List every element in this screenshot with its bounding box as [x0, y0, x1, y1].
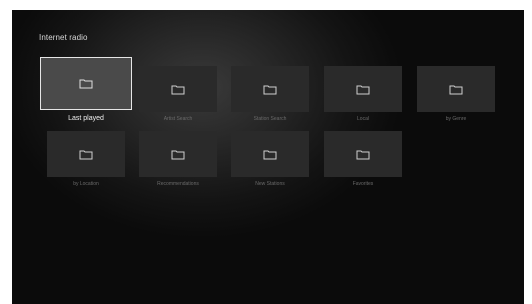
- tv-screen: Internet radio Last played Artist Search…: [12, 10, 524, 304]
- tile-label: Favorites: [352, 181, 374, 187]
- folder-icon: [263, 85, 277, 94]
- tile-label: Last played: [68, 115, 104, 122]
- tile-last-played[interactable]: [40, 57, 132, 110]
- tile-label: Artist Search: [163, 116, 193, 122]
- tile-label: Station Search: [253, 116, 287, 122]
- tile-artist-search[interactable]: [139, 66, 217, 112]
- tile-station-search[interactable]: [231, 66, 309, 112]
- tile-by-location[interactable]: [47, 131, 125, 177]
- folder-icon: [79, 79, 93, 89]
- tile-label: New Stations: [255, 181, 285, 187]
- tile-new-stations[interactable]: [231, 131, 309, 177]
- tile-label: by Location: [73, 181, 99, 187]
- tile-recommendations[interactable]: [139, 131, 217, 177]
- folder-icon: [263, 150, 277, 159]
- tile-label: Recommendations: [157, 181, 199, 187]
- tile-by-genre[interactable]: [417, 66, 495, 112]
- tile-favorites[interactable]: [324, 131, 402, 177]
- folder-icon: [356, 85, 370, 94]
- tile-local[interactable]: [324, 66, 402, 112]
- folder-icon: [356, 150, 370, 159]
- folder-icon: [171, 150, 185, 159]
- folder-icon: [79, 150, 93, 159]
- tile-label: by Genre: [445, 116, 467, 122]
- tile-label: Local: [357, 116, 369, 122]
- folder-icon: [171, 85, 185, 94]
- folder-icon: [449, 85, 463, 94]
- page-title: Internet radio: [39, 33, 88, 42]
